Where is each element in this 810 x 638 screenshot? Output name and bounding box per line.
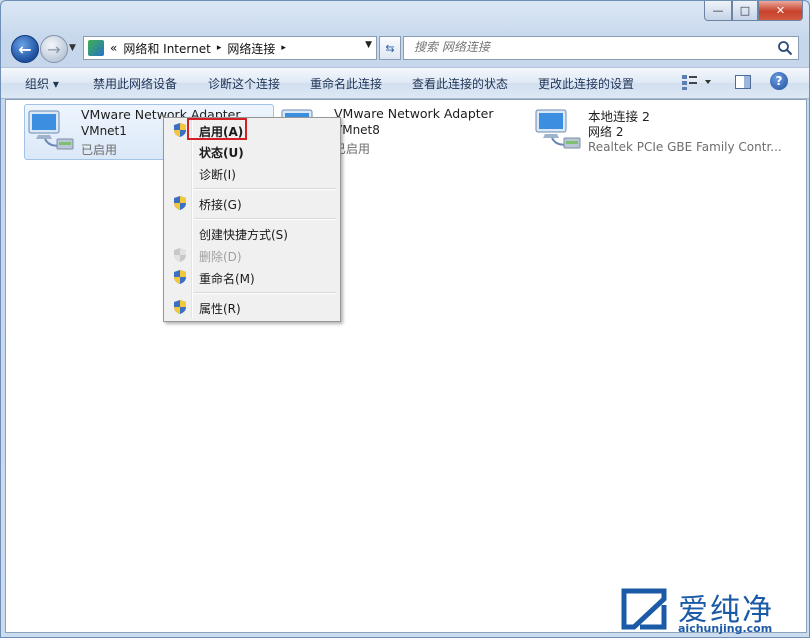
breadcrumb-separator-icon[interactable]: ▸: [281, 43, 286, 53]
watermark-logo-icon: [621, 588, 667, 630]
address-row: ← → ▼ « 网络和 Internet ▸ 网络连接 ▸ ▼ ⇆: [9, 31, 799, 63]
adapter-device: Realtek PCIe GBE Family Contr...: [588, 140, 782, 154]
search-icon[interactable]: [777, 40, 793, 56]
menu-item-diagnose[interactable]: 诊断(I): [167, 163, 337, 183]
maximize-button[interactable]: □: [732, 1, 758, 21]
disable-device-button[interactable]: 禁用此网络设备: [93, 75, 177, 92]
refresh-button[interactable]: ⇆: [379, 36, 401, 60]
search-box[interactable]: [403, 36, 799, 60]
uac-shield-icon: [174, 300, 186, 314]
adapter-local-connection-2[interactable]: 本地连接 2 网络 2 Realtek PCIe GBE Family Cont…: [532, 104, 800, 158]
watermark-logo: 爱纯净 aichunjing.com: [618, 585, 804, 635]
uac-shield-icon: [174, 270, 186, 284]
address-dropdown-icon[interactable]: ▼: [365, 40, 372, 50]
adapter-status: 已启用: [81, 143, 118, 157]
highlight-box: [187, 118, 247, 140]
arrow-right-icon: →: [47, 39, 61, 59]
preview-pane-icon[interactable]: [734, 73, 752, 91]
uac-shield-icon: [174, 196, 186, 210]
adapter-network: 网络 2: [588, 125, 624, 139]
uac-shield-icon: [174, 248, 186, 262]
recent-pages-dropdown[interactable]: ▼: [69, 43, 76, 53]
address-prefix[interactable]: «: [110, 41, 117, 55]
network-adapter-icon: [535, 109, 581, 149]
network-adapter-icon: [28, 110, 74, 150]
menu-item-label: 创建快捷方式(S): [199, 228, 288, 242]
minimize-button[interactable]: —: [704, 1, 732, 21]
forward-button[interactable]: →: [40, 35, 68, 63]
caption-buttons: — □ ✕: [704, 1, 803, 21]
menu-separator: [194, 218, 336, 220]
search-input[interactable]: [412, 39, 756, 55]
command-bar: 组织 ▾ 禁用此网络设备 诊断这个连接 重命名此连接 查看此连接的状态 更改此连…: [1, 67, 809, 99]
breadcrumb-network-connections[interactable]: 网络连接: [227, 40, 275, 57]
arrow-left-icon: ←: [18, 39, 32, 59]
rename-connection-button[interactable]: 重命名此连接: [310, 75, 382, 92]
uac-shield-icon: [174, 123, 186, 137]
watermark-url: aichunjing.com: [678, 622, 773, 635]
connections-list: VMware Network Adapter VMnet1 已启用 VMware…: [5, 99, 807, 633]
network-folder-icon: [88, 40, 104, 56]
adapter-name: VMware Network Adapter: [334, 106, 494, 121]
menu-item-create-shortcut[interactable]: 创建快捷方式(S): [167, 223, 337, 243]
diagnose-connection-button[interactable]: 诊断这个连接: [208, 75, 280, 92]
breadcrumb-network-internet[interactable]: 网络和 Internet: [123, 40, 210, 57]
menu-item-rename[interactable]: 重命名(M): [167, 267, 337, 287]
menu-item-label: 桥接(G): [199, 198, 242, 212]
organize-menu-button[interactable]: 组织 ▾: [25, 75, 59, 92]
view-status-button[interactable]: 查看此连接的状态: [412, 75, 508, 92]
address-bar[interactable]: « 网络和 Internet ▸ 网络连接 ▸ ▼: [83, 36, 377, 60]
menu-item-bridge[interactable]: 桥接(G): [167, 193, 337, 213]
breadcrumb-separator-icon[interactable]: ▸: [217, 43, 222, 53]
menu-item-status[interactable]: 状态(U): [167, 141, 337, 161]
adapter-network: VMnet1: [81, 124, 127, 138]
menu-item-label: 属性(R): [199, 302, 241, 316]
menu-item-label: 删除(D): [199, 250, 242, 264]
help-button[interactable]: ?: [770, 72, 788, 90]
context-menu: 启用(A) 状态(U) 诊断(I) 桥接(G) 创建快捷方式(S) 删除(D) …: [163, 117, 341, 322]
menu-separator: [194, 188, 336, 190]
back-button[interactable]: ←: [11, 35, 39, 63]
menu-item-label: 状态(U): [199, 146, 244, 160]
refresh-icon: ⇆: [385, 41, 395, 55]
change-view-icon[interactable]: [681, 73, 715, 91]
menu-item-label: 诊断(I): [199, 168, 236, 182]
explorer-window: — □ ✕ ← → ▼ « 网络和 Internet ▸ 网络连接 ▸ ▼ ⇆: [0, 0, 810, 638]
menu-item-label: 重命名(M): [199, 272, 255, 286]
close-button[interactable]: ✕: [758, 1, 803, 21]
change-settings-button[interactable]: 更改此连接的设置: [538, 75, 634, 92]
menu-item-properties[interactable]: 属性(R): [167, 297, 337, 317]
menu-separator: [194, 292, 336, 294]
menu-item-delete: 删除(D): [167, 245, 337, 265]
